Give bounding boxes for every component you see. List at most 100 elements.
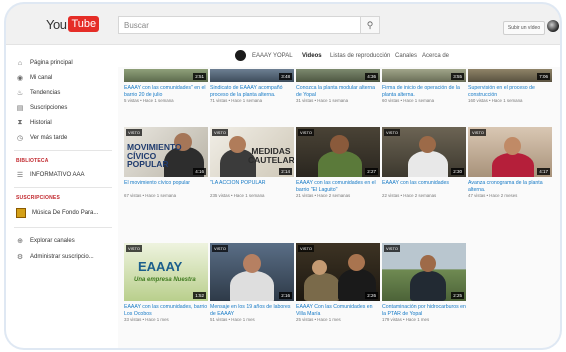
video-title[interactable]: EAAAY con las comunidades en el barrio "… bbox=[296, 180, 380, 193]
video-thumbnail[interactable]: VISTO 2:26 bbox=[296, 243, 380, 301]
video-title[interactable]: EAAAY con las comunidades, barrio Los Oc… bbox=[124, 304, 208, 317]
video-thumbnail[interactable]: 2:51 bbox=[124, 69, 208, 82]
sidebar-divider bbox=[14, 187, 112, 188]
sidebar: ⌂ Página principal ◉ Mi canal ♨ Tendenci… bbox=[6, 45, 118, 348]
tab-channels[interactable]: Canales bbox=[395, 53, 417, 59]
sidebar-item-label: Historial bbox=[30, 120, 52, 126]
sidebar-item-home[interactable]: ⌂ Página principal bbox=[16, 57, 73, 69]
watched-badge: VISTO bbox=[470, 129, 486, 136]
video-card[interactable]: MEDIDAS CAUTELARES VISTO 2:14 "LA ACCIÓN… bbox=[210, 127, 294, 199]
video-card[interactable]: VISTO 4:17 Avanza cronograma de la plant… bbox=[468, 127, 552, 199]
video-meta: 31 vistas • Hace 1 semana bbox=[296, 98, 349, 103]
duration-badge: 2:25 bbox=[451, 292, 464, 299]
video-title[interactable]: EAAAY Con las Comunidades en Villa María bbox=[296, 304, 380, 317]
sidebar-item-browse-channels[interactable]: ⊕ Explorar canales bbox=[16, 235, 75, 247]
video-card[interactable]: 7:06 Supervisión en el proceso de constr… bbox=[468, 69, 552, 104]
tab-about[interactable]: Acerca de bbox=[422, 53, 449, 59]
video-card[interactable]: MOVIMIENTO CÍVICO POPULAR VISTO 4:16 El … bbox=[124, 127, 208, 199]
tab-playlists[interactable]: Listas de reproducción bbox=[330, 53, 390, 59]
youtube-logo[interactable]: You Tube bbox=[46, 15, 100, 33]
video-title[interactable]: Sindicato de EAAAY acompañó proceso de l… bbox=[210, 85, 294, 98]
video-thumbnail[interactable]: 3:55 bbox=[382, 69, 466, 82]
sidebar-item-subscriptions[interactable]: ▤ Suscripciones bbox=[16, 102, 68, 114]
sidebar-item-my-channel[interactable]: ◉ Mi canal bbox=[16, 72, 52, 84]
video-thumbnail[interactable]: EAAAY Una empresa Nuestra VISTO 1:52 bbox=[124, 243, 208, 301]
browser-frame: You Tube Buscar ⚲ Subir un vídeo ⌂ Págin… bbox=[6, 4, 560, 348]
sidebar-item-label: Página principal bbox=[30, 60, 73, 66]
sidebar-item-label: Mi canal bbox=[30, 75, 53, 81]
sidebar-item-subscription[interactable]: Música De Fondo Para... bbox=[16, 207, 98, 219]
account-avatar[interactable] bbox=[547, 20, 559, 32]
duration-badge: 1:52 bbox=[193, 292, 206, 299]
video-meta: 47 vistas • Hace 2 meses bbox=[468, 193, 518, 198]
video-card[interactable]: EAAAY Una empresa Nuestra VISTO 1:52 EAA… bbox=[124, 243, 208, 323]
watched-badge: VISTO bbox=[384, 245, 400, 252]
video-thumbnail[interactable]: VISTO 2:30 bbox=[382, 127, 466, 177]
upload-button[interactable]: Subir un vídeo bbox=[503, 21, 545, 35]
video-title[interactable]: Conozca la planta modular alterna de Yop… bbox=[296, 85, 380, 98]
sidebar-item-label: Tendencias bbox=[30, 90, 61, 96]
sidebar-item-trending[interactable]: ♨ Tendencias bbox=[16, 87, 61, 99]
watched-badge: VISTO bbox=[126, 245, 142, 252]
video-card[interactable]: 4:36 Conozca la planta modular alterna d… bbox=[296, 69, 380, 104]
video-title[interactable]: Contaminación por hidrocarburos en la PT… bbox=[382, 304, 466, 317]
duration-badge: 2:16 bbox=[279, 292, 292, 299]
video-title[interactable]: "LA ACCIÓN POPULAR bbox=[210, 180, 294, 193]
video-title[interactable]: Avanza cronograma de la planta alterna. bbox=[468, 180, 552, 193]
video-card[interactable]: 3:55 Firma de inicio de operación de la … bbox=[382, 69, 466, 104]
channel-name[interactable]: EAAAY YOPAL bbox=[252, 53, 293, 59]
sidebar-item-manage-subscriptions[interactable]: ⚙ Administrar suscripcio... bbox=[16, 251, 94, 263]
video-card[interactable]: VISTO 2:27 EAAAY con las comunidades en … bbox=[296, 127, 380, 199]
video-title[interactable]: Firma de inicio de operación de la plant… bbox=[382, 85, 466, 98]
video-thumbnail[interactable]: VISTO 2:16 bbox=[210, 243, 294, 301]
video-meta: 25 vistas • Hace 1 mes bbox=[296, 317, 341, 322]
sidebar-item-label: Explorar canales bbox=[30, 238, 75, 244]
logo-you-text: You bbox=[46, 16, 67, 32]
video-thumbnail[interactable]: 3:48 bbox=[210, 69, 294, 82]
video-title[interactable]: Mensaje en los 19 años de labores de EAA… bbox=[210, 304, 294, 317]
sidebar-divider bbox=[14, 150, 112, 151]
channel-thumbnail bbox=[16, 208, 26, 218]
person-figure bbox=[408, 151, 448, 177]
video-meta: 67 vistas • Hace 1 semana bbox=[124, 193, 177, 198]
video-title[interactable]: EAAAY con las comunidades bbox=[382, 180, 466, 193]
sidebar-item-label: INFORMATIVO AAA bbox=[30, 172, 85, 178]
video-thumbnail[interactable]: VISTO 2:25 bbox=[382, 243, 466, 301]
video-thumbnail[interactable]: 4:36 bbox=[296, 69, 380, 82]
video-card[interactable]: VISTO 2:16 Mensaje en los 19 años de lab… bbox=[210, 243, 294, 323]
person-head bbox=[330, 135, 349, 154]
playlist-icon: ☰ bbox=[16, 172, 24, 179]
duration-badge: 2:51 bbox=[193, 73, 206, 80]
sidebar-item-playlist[interactable]: ☰ INFORMATIVO AAA bbox=[16, 169, 85, 181]
person-head bbox=[420, 255, 436, 272]
video-title[interactable]: El movimiento cívico popular bbox=[124, 180, 208, 193]
tab-videos[interactable]: Videos bbox=[302, 53, 322, 59]
video-card[interactable]: VISTO 2:26 EAAAY Con las Comunidades en … bbox=[296, 243, 380, 323]
video-card[interactable]: 2:51 EAAAY con las comunidades" en el ba… bbox=[124, 69, 208, 104]
search-input[interactable]: Buscar bbox=[118, 16, 380, 34]
video-card[interactable]: VISTO 2:25 Contaminación por hidrocarbur… bbox=[382, 243, 466, 323]
sidebar-item-watch-later[interactable]: ◷ Ver más tarde bbox=[16, 132, 67, 144]
video-thumbnail[interactable]: MOVIMIENTO CÍVICO POPULAR VISTO 4:16 bbox=[124, 127, 208, 177]
duration-badge: 2:14 bbox=[279, 168, 292, 175]
video-card[interactable]: 3:48 Sindicato de EAAAY acompañó proceso… bbox=[210, 69, 294, 104]
video-thumbnail[interactable]: VISTO 2:27 bbox=[296, 127, 380, 177]
channel-avatar[interactable] bbox=[235, 50, 246, 61]
channel-nav: EAAAY YOPAL Videos Listas de reproducció… bbox=[118, 45, 560, 68]
search-button[interactable]: ⚲ bbox=[360, 16, 380, 34]
sidebar-item-label: Suscripciones bbox=[30, 105, 68, 111]
watched-badge: VISTO bbox=[384, 129, 400, 136]
video-card[interactable]: VISTO 2:30 EAAAY con las comunidades 22 … bbox=[382, 127, 466, 199]
video-meta: 5 vistas • Hace 1 semana bbox=[124, 98, 174, 103]
person-head bbox=[229, 136, 246, 153]
video-thumbnail[interactable]: 7:06 bbox=[468, 69, 552, 82]
video-title[interactable]: EAAAY con las comunidades" en el barrio … bbox=[124, 85, 208, 98]
video-title[interactable]: Supervisión en el proceso de construcció… bbox=[468, 85, 552, 98]
video-thumbnail[interactable]: VISTO 4:17 bbox=[468, 127, 552, 177]
sidebar-item-history[interactable]: ⧗ Historial bbox=[16, 117, 52, 129]
video-thumbnail[interactable]: MEDIDAS CAUTELARES VISTO 2:14 bbox=[210, 127, 294, 177]
subscriptions-icon: ▤ bbox=[16, 105, 24, 112]
video-meta: 33 vistas • Hace 1 mes bbox=[124, 317, 169, 322]
person-head bbox=[312, 260, 327, 275]
sidebar-divider bbox=[14, 227, 112, 228]
